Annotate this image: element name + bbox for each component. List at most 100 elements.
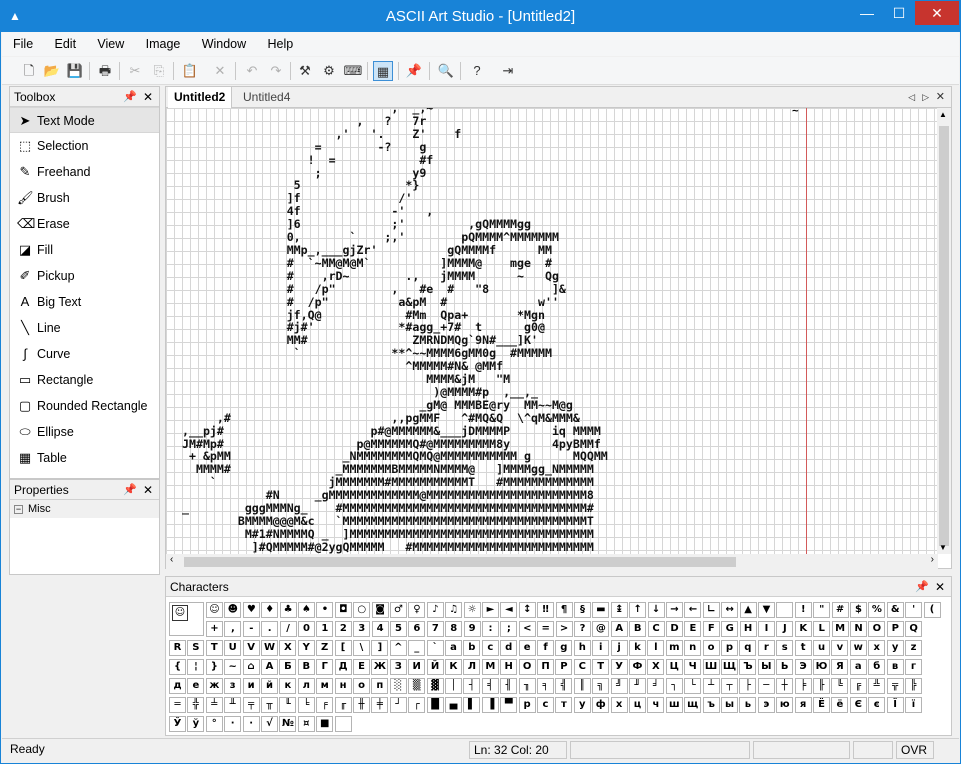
char-cell[interactable]: р [518,697,536,713]
char-cell[interactable]: ↕ [518,602,536,618]
char-cell[interactable]: ↓ [647,602,665,618]
char-cell[interactable]: 0 [298,621,315,637]
tab-untitled2[interactable]: Untitled2 [168,87,233,108]
char-cell[interactable]: Х [647,659,665,675]
char-cell[interactable]: ш [665,697,683,713]
horizontal-scroll-thumb[interactable] [184,557,736,567]
char-cell[interactable]: Ъ [739,659,757,675]
char-cell[interactable]: J [776,621,794,637]
close-icon[interactable]: ✕ [935,577,945,597]
char-cell[interactable]: ┴ [702,678,720,694]
char-cell[interactable]: ╚ [831,678,849,694]
char-cell[interactable]: ╔ [849,678,867,694]
char-cell[interactable]: 9 [463,621,481,637]
char-cell[interactable]: ░ [389,678,407,694]
char-cell[interactable]: ╓ [334,697,352,713]
char-cell[interactable]: ( [923,602,941,618]
char-cell[interactable]: b [463,640,481,656]
paste-icon[interactable]: 📋 [180,61,200,81]
char-cell[interactable]: g [555,640,573,656]
char-cell[interactable]: p [721,640,738,656]
char-cell[interactable]: z [905,640,922,656]
char-cell[interactable]: ° [205,716,223,732]
char-cell[interactable]: R [169,640,186,656]
char-cell[interactable]: Ы [757,659,775,675]
tool-table[interactable]: ▦ Table [10,445,159,471]
tool-erase[interactable]: ⌫ Erase [10,211,159,237]
char-cell[interactable]: W [261,640,278,656]
char-cell[interactable]: m [665,640,683,656]
char-cell[interactable]: ║ [573,678,591,694]
char-cell[interactable]: П [537,659,554,675]
char-cell[interactable]: : [482,621,499,637]
char-cell[interactable] [776,602,794,618]
char-cell[interactable]: ╡ [481,678,499,694]
char-cell[interactable]: Ё [813,697,830,713]
scroll-left-icon[interactable]: ‹ [170,554,173,565]
char-cell[interactable]: у [573,697,591,713]
char-cell[interactable]: ▼ [758,602,775,618]
char-cell[interactable]: ╦ [886,678,904,694]
pin-icon[interactable]: 📌 [915,577,929,597]
char-cell[interactable]: Ц [665,659,683,675]
char-cell[interactable]: Ў [169,716,186,732]
char-cell[interactable]: • [316,602,334,618]
char-cell[interactable]: { [169,659,186,675]
char-cell[interactable]: ┐ [665,678,683,694]
char-cell[interactable]: ▒ [408,678,426,694]
char-cell[interactable]: Q [905,621,923,637]
char-cell[interactable]: ╪ [371,697,389,713]
save-icon[interactable]: 💾 [65,61,85,81]
char-cell[interactable]: ◘ [334,602,352,618]
char-cell[interactable]: 4 [371,621,389,637]
char-cell[interactable]: н [334,678,352,694]
char-cell[interactable]: C [647,621,665,637]
tool-curve[interactable]: ∫ Curve [10,341,159,367]
char-cell[interactable]: X [279,640,297,656]
char-cell[interactable]: Ч [684,659,702,675]
char-cell[interactable]: Я [831,659,849,675]
char-cell[interactable]: / [279,621,297,637]
char-cell[interactable]: ▲ [739,602,757,618]
char-cell[interactable]: ╝ [610,678,628,694]
menu-help[interactable]: Help [261,32,301,56]
char-cell[interactable]: E [684,621,702,637]
tools-icon[interactable]: ⚒ [295,61,315,81]
char-cell[interactable]: Ш [702,659,720,675]
char-cell[interactable]: ◙ [371,602,389,618]
char-cell[interactable]: w [849,640,867,656]
char-cell[interactable]: ▐ [481,697,499,713]
delete-icon[interactable]: ✕ [210,61,230,81]
char-cell[interactable]: ─ [757,678,775,694]
char-cell[interactable]: ∙ [224,716,242,732]
char-cell[interactable]: N [850,621,867,637]
char-cell[interactable]: ♂ [390,602,407,618]
char-cell[interactable]: К [445,659,462,675]
char-cell[interactable]: ` [426,640,444,656]
char-cell[interactable]: G [721,621,739,637]
char-cell[interactable]: ♣ [279,602,297,618]
char-cell[interactable]: § [574,602,591,618]
char-cell[interactable]: j [610,640,628,656]
open-folder-icon[interactable]: 📂 [42,61,62,81]
char-cell[interactable]: █ [426,697,444,713]
char-cell[interactable]: ; [500,621,518,637]
char-cell[interactable]: v [831,640,849,656]
char-cell[interactable]: ж [205,678,223,694]
char-cell[interactable]: f [537,640,554,656]
char-cell[interactable]: i [592,640,610,656]
char-cell[interactable]: ' [905,602,923,618]
char-cell[interactable]: , [224,621,242,637]
char-cell[interactable]: & [886,602,904,618]
char-cell[interactable]: ► [482,602,499,618]
title-bar[interactable]: ▲ ASCII Art Studio - [Untitled2] — ☐ ✕ [1,1,960,32]
char-cell[interactable]: ц [629,697,646,713]
char-cell[interactable]: M [831,621,849,637]
char-cell[interactable]: ї [905,697,922,713]
menu-window[interactable]: Window [195,32,253,56]
char-cell[interactable]: ⌂ [242,659,260,675]
char-cell[interactable]: B [629,621,647,637]
char-cell[interactable]: х [610,697,628,713]
char-cell[interactable]: Е [353,659,370,675]
char-cell[interactable]: u [813,640,830,656]
